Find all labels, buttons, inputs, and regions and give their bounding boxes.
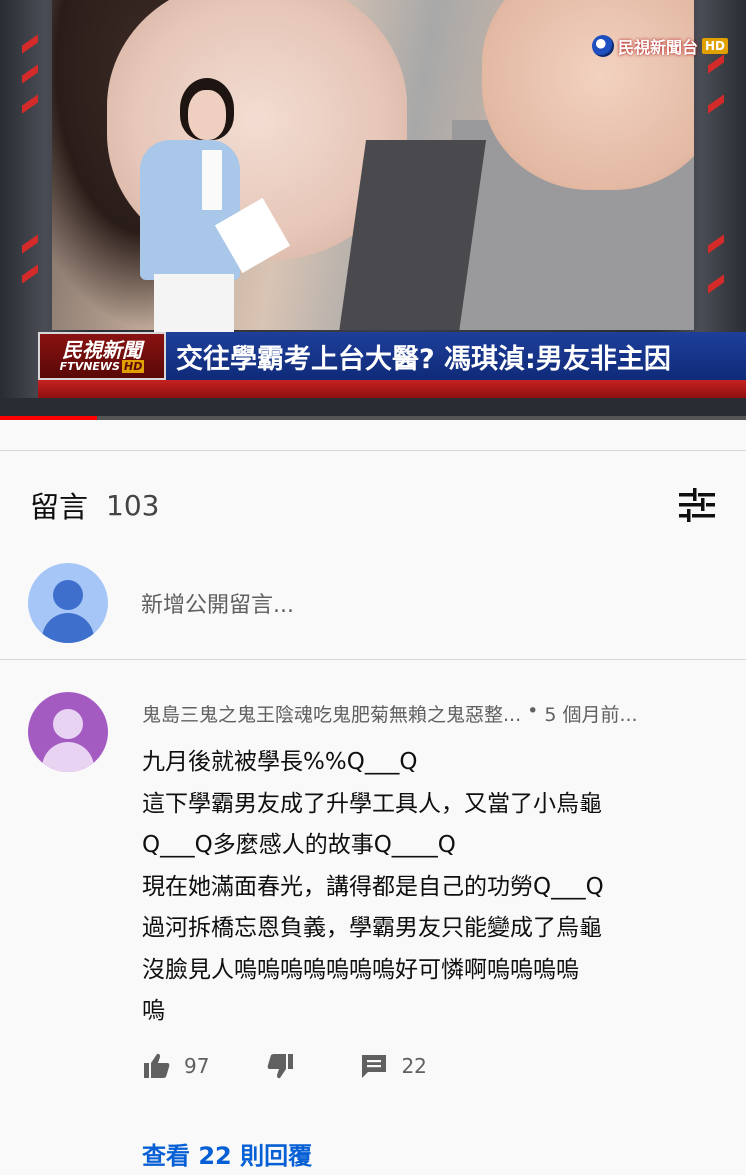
comment-line: 這下學霸男友成了升學工具人，又當了小烏龜 (142, 790, 602, 817)
hd-badge: HD (701, 38, 728, 54)
lower-third-red-bar (38, 380, 746, 398)
comment-line: 現在她滿面春光，講得都是自己的功勞Q___Q (142, 873, 604, 900)
comments-header[interactable]: 留言 103 (30, 478, 718, 532)
dislike-button[interactable] (265, 1051, 295, 1081)
comment-timestamp: 5 個月前... (544, 704, 638, 726)
channel-logo: 民視新聞台 HD (591, 34, 728, 58)
thumbs-down-icon (268, 1054, 294, 1079)
comment-line: 嗚 (142, 998, 165, 1024)
globe-icon (591, 35, 614, 57)
channel-logo-text: 民視新聞台 (617, 38, 698, 57)
comment-line: 沒臉見人嗚嗚嗚嗚嗚嗚嗚好可憐啊嗚嗚嗚嗚 (142, 956, 579, 983)
news-headline: 交往學霸考上台大醫? 馮琪湞:男友非主因 (166, 332, 746, 380)
comment-reply-icon (362, 1055, 387, 1078)
view-replies-link[interactable]: 查看 22 則回覆 (142, 1136, 312, 1171)
section-divider (0, 450, 746, 451)
comments-title: 留言 (30, 490, 89, 524)
comment-body: 九月後就被學長%%Q___Q 這下學霸男友成了升學工具人，又當了小烏龜 Q___… (142, 742, 722, 1033)
video-player[interactable]: 民視新聞台 HD 民視新聞 FTVNEWS HD 交往學霸考上台大醫? 馮琪湞:男… (0, 0, 746, 420)
progress-fill (0, 416, 97, 420)
user-avatar (28, 563, 108, 643)
brand-cn: 民視新聞 (62, 337, 142, 362)
comments-count: 103 (106, 488, 160, 522)
like-count: 97 (184, 1054, 210, 1078)
reply-count: 22 (401, 1054, 427, 1078)
add-comment-input[interactable]: 新增公開留言... (141, 587, 294, 619)
thumbs-up-icon (144, 1053, 170, 1078)
commenter-avatar[interactable] (28, 692, 108, 772)
lower-third: 民視新聞 FTVNEWS HD 交往學霸考上台大醫? 馮琪湞:男友非主因 (38, 332, 746, 380)
comment-actions: 97 22 (142, 1046, 427, 1086)
comment-line: 過河拆橋忘恩負義，學霸男友只能變成了烏龜 (142, 915, 602, 941)
comment-line: Q___Q多麼感人的故事Q____Q (142, 832, 456, 858)
comment-line: 九月後就被學長%%Q___Q (142, 749, 418, 775)
comment-author[interactable]: 鬼島三鬼之鬼王陰魂吃鬼肥菊無賴之鬼惡整... (142, 700, 521, 730)
news-brand-logo: 民視新聞 FTVNEWS HD (38, 332, 166, 380)
reply-button[interactable]: 22 (359, 1051, 427, 1081)
comment-meta: 鬼島三鬼之鬼王陰魂吃鬼肥菊無賴之鬼惡整... • 5 個月前... (142, 700, 746, 730)
section-divider (0, 659, 746, 660)
like-button[interactable]: 97 (142, 1051, 209, 1081)
sort-filter-icon[interactable] (676, 484, 718, 526)
video-progress-bar[interactable] (0, 416, 746, 420)
meta-separator: • (527, 700, 539, 722)
add-comment-row[interactable]: 新增公開留言... (28, 562, 718, 644)
brand-en: FTVNEWS HD (59, 359, 145, 373)
